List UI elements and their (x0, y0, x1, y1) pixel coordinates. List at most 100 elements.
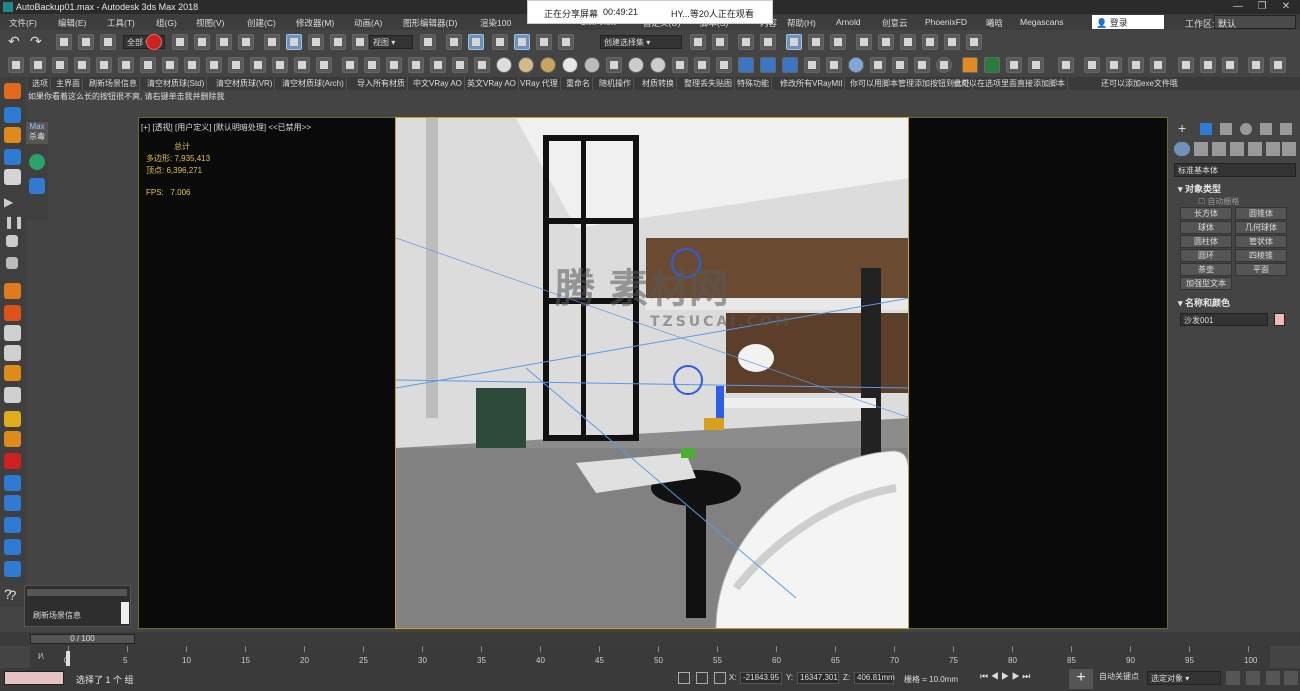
rendered-frame-icon[interactable] (900, 34, 916, 50)
vray-plane-icon[interactable] (250, 57, 266, 73)
snaps-icon[interactable] (492, 34, 508, 50)
geosphere-button[interactable]: 几何球体 (1235, 221, 1287, 234)
script-clear-arch[interactable]: 清空材质球(Arch) (280, 77, 347, 90)
script-missing-maps[interactable]: 整理丢失贴图 (682, 77, 735, 90)
y-coord-field[interactable]: 16347.301 (797, 672, 839, 684)
undo-icon[interactable]: ↶ (8, 34, 24, 50)
percent-snap-icon[interactable] (536, 34, 552, 50)
vray-bitmap-icon[interactable] (430, 57, 446, 73)
bind-space-warp-icon[interactable] (100, 34, 116, 50)
max-antivirus-button[interactable]: Max 杀毒 (26, 122, 48, 144)
vray-light-icon[interactable] (140, 57, 156, 73)
globe-icon[interactable] (848, 57, 864, 73)
link-icon[interactable] (56, 34, 72, 50)
transform-mode-icon[interactable] (714, 672, 726, 684)
ring-wave-icon[interactable] (760, 57, 776, 73)
timeline-track[interactable]: 0510152025303540455055606570758085909510… (30, 646, 1270, 668)
vray-clipper-icon[interactable] (316, 57, 332, 73)
scene-explorer-icon[interactable] (738, 34, 754, 50)
spindle-icon[interactable] (694, 57, 710, 73)
script-cn-vray-ao[interactable]: 中文VRay AO (411, 77, 465, 90)
grid-icon[interactable] (4, 107, 21, 123)
tree-icon[interactable] (30, 57, 46, 73)
align-icon[interactable] (712, 34, 728, 50)
vray-mesh-icon[interactable] (294, 57, 310, 73)
fire-icon[interactable] (4, 127, 21, 143)
object-type-rollout[interactable]: ▾ 对象类型 (1178, 182, 1221, 195)
script-hint-options[interactable]: 也可以在选项里面直接添加脚本 (951, 77, 1068, 90)
vray-sun-icon[interactable] (162, 57, 178, 73)
autogrid-checkbox[interactable]: ☐ 自动栅格 (1198, 196, 1239, 207)
question-icon[interactable]: ? (4, 586, 12, 602)
vray-sphere-icon[interactable] (272, 57, 288, 73)
script-random[interactable]: 随机操作 (597, 77, 634, 90)
forest-icon[interactable] (74, 57, 90, 73)
select-by-name-icon[interactable] (194, 34, 210, 50)
blue-sphere-icon[interactable] (738, 57, 754, 73)
capsule-icon[interactable] (584, 57, 600, 73)
brush-icon[interactable] (1150, 57, 1166, 73)
x-coord-field[interactable]: -21843.95 (740, 672, 782, 684)
schematic-view-icon[interactable] (830, 34, 846, 50)
gear-icon[interactable] (4, 325, 21, 341)
help-circle-icon[interactable] (936, 57, 952, 73)
gengon-icon[interactable] (716, 57, 732, 73)
ellipsoid-icon[interactable] (540, 57, 556, 73)
list-icon[interactable] (1028, 57, 1044, 73)
pause-icon[interactable]: ❚❚ (4, 215, 24, 231)
helpers-icon[interactable] (1248, 142, 1262, 156)
scale-icon[interactable] (330, 34, 346, 50)
menu-modifiers[interactable]: 修改器(M) (296, 17, 334, 29)
script-rename[interactable]: 重命名 (564, 77, 593, 90)
menu-xihan[interactable]: 曦晗 (986, 17, 1003, 29)
render-production-icon[interactable] (922, 34, 938, 50)
menu-edit[interactable]: 编辑(E) (58, 17, 86, 29)
placement-icon[interactable] (352, 34, 368, 50)
save-icon[interactable] (4, 475, 21, 491)
shape-icon[interactable] (892, 57, 908, 73)
window-crossing-icon[interactable] (238, 34, 254, 50)
cone-button[interactable]: 圆锥体 (1235, 207, 1287, 220)
cup-icon[interactable] (4, 387, 21, 403)
menu-graph-editors[interactable]: 图形编辑器(D) (403, 17, 457, 29)
ball-icon[interactable] (562, 57, 578, 73)
hierarchy-tab-icon[interactable] (1220, 123, 1232, 135)
play-icon[interactable]: ▶ (4, 195, 21, 211)
vfb-icon[interactable] (364, 57, 380, 73)
systems-icon[interactable] (1282, 142, 1296, 156)
plane-button[interactable]: 平面 (1235, 263, 1287, 276)
wave-icon[interactable] (4, 517, 21, 533)
move-icon[interactable] (286, 34, 302, 50)
torus-button[interactable]: 圆环 (1180, 249, 1232, 262)
align-object-icon[interactable] (914, 57, 930, 73)
bomb-icon[interactable] (4, 365, 21, 381)
shirt-icon[interactable] (1106, 57, 1122, 73)
menu-megascans[interactable]: Megascans (1020, 17, 1063, 27)
login-field[interactable]: 👤 登录 (1092, 15, 1164, 29)
script-clear-vr[interactable]: 清空材质球(VR) (214, 77, 276, 90)
set-key-icon[interactable]: + (1069, 669, 1093, 689)
paint-icon[interactable] (4, 431, 21, 447)
shield-icon[interactable] (29, 178, 45, 194)
l-ext-icon[interactable] (826, 57, 842, 73)
record-icon[interactable] (146, 34, 162, 50)
select-object-icon[interactable] (172, 34, 188, 50)
fp-icon[interactable] (962, 57, 978, 73)
copy-icon[interactable] (1200, 57, 1216, 73)
shapes-icon[interactable] (1194, 142, 1208, 156)
material-editor-icon[interactable] (856, 34, 872, 50)
select-move-icon[interactable] (264, 34, 280, 50)
workspace-select[interactable]: 默认 (1214, 15, 1296, 29)
z-coord-field[interactable]: 406.81mm (854, 672, 895, 684)
script-material-convert[interactable]: 材质转换 (640, 77, 677, 90)
unlink-icon[interactable] (78, 34, 94, 50)
tools-icon[interactable] (1006, 57, 1022, 73)
grass-icon[interactable] (52, 57, 68, 73)
minimize-button[interactable]: — (1228, 1, 1248, 13)
import-icon[interactable] (1270, 57, 1286, 73)
stop-icon[interactable] (6, 235, 18, 247)
rotate-icon[interactable] (308, 34, 324, 50)
table-icon[interactable] (96, 57, 112, 73)
menu-render[interactable]: 渲染100 (480, 17, 511, 29)
menu-animation[interactable]: 动画(A) (354, 17, 382, 29)
